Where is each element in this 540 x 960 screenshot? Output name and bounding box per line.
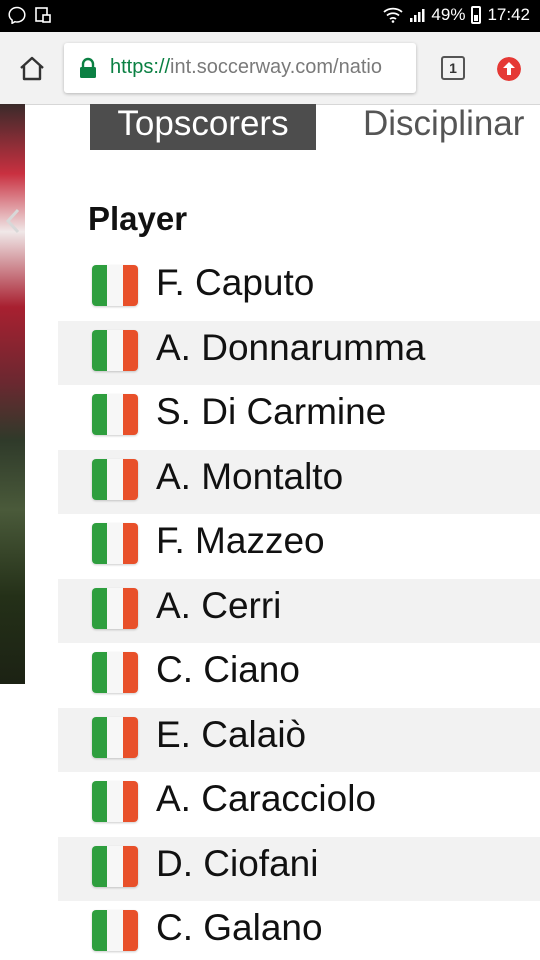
- table-row[interactable]: F. Caputo: [58, 256, 540, 321]
- flag-stripe: [122, 781, 138, 822]
- flag-stripe: [107, 652, 123, 693]
- italy-flag-icon: [92, 587, 138, 629]
- wifi-icon: [383, 7, 404, 23]
- player-name-link[interactable]: C. Ciano: [156, 649, 300, 691]
- player-name-link[interactable]: D. Ciofani: [156, 843, 318, 885]
- flag-stripe: [92, 781, 108, 822]
- italy-flag-icon: [92, 716, 138, 758]
- player-name-link[interactable]: E. Calaiò: [156, 714, 306, 756]
- flag-stripe: [92, 587, 108, 629]
- italy-flag-icon: [92, 394, 138, 435]
- flag-stripe: [92, 523, 108, 564]
- italy-flag-icon: [92, 781, 138, 822]
- upload-extension-icon[interactable]: [497, 57, 521, 81]
- side-photo: [0, 104, 25, 684]
- italy-flag-icon: [92, 845, 138, 887]
- battery-icon: [471, 6, 482, 24]
- flag-stripe: [122, 587, 138, 629]
- player-name-link[interactable]: C. Galano: [156, 907, 323, 949]
- flag-stripe: [92, 394, 108, 435]
- table-row[interactable]: D. Ciofani: [58, 836, 540, 901]
- battery-percent: 49%: [431, 5, 466, 24]
- clock: 17:42: [487, 5, 530, 24]
- italy-flag-icon: [92, 329, 138, 371]
- flag-stripe: [92, 716, 108, 758]
- flag-stripe: [107, 845, 123, 887]
- table-row[interactable]: F. Mazzeo: [58, 514, 540, 579]
- flag-stripe: [122, 394, 138, 435]
- flag-stripe: [122, 910, 138, 951]
- flag-stripe: [92, 845, 108, 887]
- tab-switcher-button[interactable]: 1: [441, 56, 465, 80]
- table-row[interactable]: C. Ciano: [58, 643, 540, 708]
- table-header: Player: [58, 190, 540, 256]
- status-right: 49% 17:42: [383, 5, 530, 25]
- url-text: https://int.soccerway.com/natio: [110, 56, 382, 79]
- table-row[interactable]: E. Calaiò: [58, 707, 540, 772]
- flag-stripe: [122, 329, 138, 371]
- topscorers-table: Player F. Caputo A. Donnarumma S. Di Carmi…: [58, 158, 540, 960]
- url-scheme: https://: [110, 56, 171, 78]
- flag-stripe: [107, 265, 123, 306]
- table-row[interactable]: A. Montalto: [58, 449, 540, 514]
- flag-stripe: [107, 329, 123, 371]
- table-row[interactable]: S. Di Carmine: [58, 385, 540, 450]
- flag-stripe: [92, 329, 108, 371]
- tab-disciplinary[interactable]: Disciplinar: [363, 104, 524, 144]
- player-name-link[interactable]: F. Mazzeo: [156, 520, 325, 562]
- signal-icon: [410, 9, 425, 22]
- flag-stripe: [122, 265, 138, 306]
- screenshot-icon: [35, 7, 51, 23]
- player-name-link[interactable]: S. Di Carmine: [156, 391, 386, 433]
- flag-stripe: [122, 523, 138, 564]
- flag-stripe: [107, 394, 123, 435]
- lock-icon: [80, 57, 96, 78]
- table-row[interactable]: A. Caracciolo: [58, 772, 540, 837]
- italy-flag-icon: [92, 458, 138, 500]
- table-row[interactable]: C. Galano: [58, 901, 540, 960]
- flag-stripe: [92, 458, 108, 500]
- flag-stripe: [107, 587, 123, 629]
- flag-stripe: [107, 458, 123, 500]
- player-name-link[interactable]: A. Cerri: [156, 585, 281, 627]
- player-name-link[interactable]: A. Montalto: [156, 456, 343, 498]
- messenger-icon: [8, 6, 26, 24]
- table-row[interactable]: A. Donnarumma: [58, 320, 540, 385]
- italy-flag-icon: [92, 652, 138, 693]
- player-name-link[interactable]: F. Caputo: [156, 262, 314, 304]
- italy-flag-icon: [92, 910, 138, 951]
- italy-flag-icon: [92, 265, 138, 306]
- status-bar: 49% 17:42: [0, 0, 540, 32]
- flag-stripe: [107, 781, 123, 822]
- flag-stripe: [107, 910, 123, 951]
- url-bar[interactable]: https://int.soccerway.com/natio: [64, 43, 416, 93]
- home-icon[interactable]: [17, 54, 47, 84]
- tab-topscorers[interactable]: Topscorers: [90, 104, 316, 150]
- player-name-link[interactable]: A. Donnarumma: [156, 327, 425, 369]
- player-list: F. Caputo A. Donnarumma S. Di Carmine A. Mo…: [58, 256, 540, 960]
- flag-stripe: [92, 265, 108, 306]
- player-column-header[interactable]: Player: [88, 200, 187, 238]
- flag-stripe: [107, 523, 123, 564]
- stats-tabs: Topscorers Disciplinar: [58, 104, 540, 158]
- flag-stripe: [122, 458, 138, 500]
- player-name-link[interactable]: A. Caracciolo: [156, 778, 376, 820]
- flag-stripe: [122, 652, 138, 693]
- flag-stripe: [107, 716, 123, 758]
- italy-flag-icon: [92, 523, 138, 564]
- flag-stripe: [122, 716, 138, 758]
- flag-stripe: [122, 845, 138, 887]
- table-row[interactable]: A. Cerri: [58, 578, 540, 643]
- url-host: int.soccerway.com/natio: [170, 56, 382, 78]
- notification-icons: [8, 6, 52, 24]
- chevron-left-icon[interactable]: [4, 208, 22, 234]
- flag-stripe: [92, 910, 108, 951]
- flag-stripe: [92, 652, 108, 693]
